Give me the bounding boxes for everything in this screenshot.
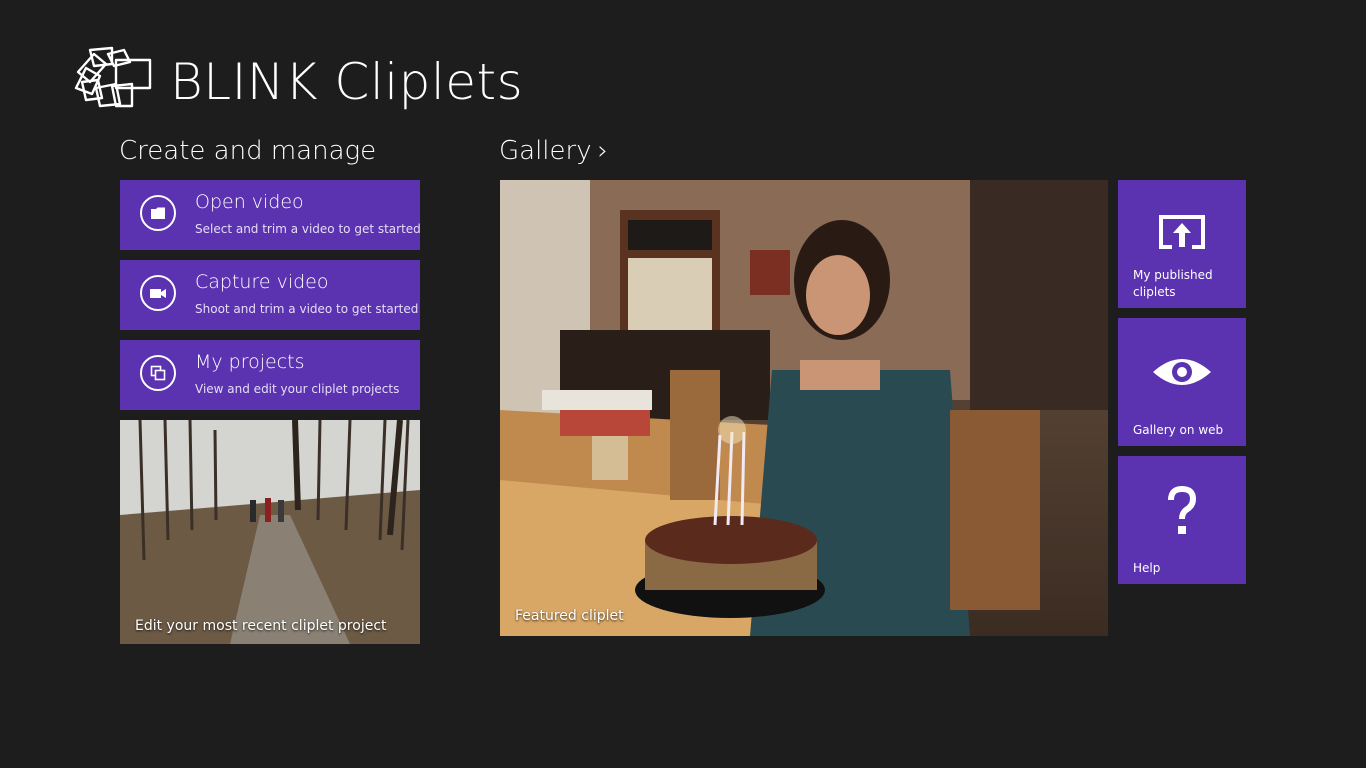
recent-project-caption: Edit your most recent cliplet project — [135, 618, 387, 634]
recent-project-tile[interactable]: Edit your most recent cliplet project — [120, 420, 420, 644]
blink-logo-icon — [74, 46, 152, 108]
app-title: BLINK Cliplets — [170, 53, 524, 111]
upload-icon — [1159, 215, 1205, 251]
help-tile[interactable]: Help — [1118, 456, 1246, 584]
my-projects-title: My projects — [195, 351, 305, 373]
open-video-title: Open video — [195, 191, 304, 213]
gallery-heading-label: Gallery — [499, 136, 592, 166]
my-published-cliplets-tile[interactable]: My published cliplets — [1118, 180, 1246, 308]
my-projects-button[interactable]: My projects View and edit your cliplet p… — [120, 340, 420, 410]
my-published-cliplets-label: My published cliplets — [1133, 268, 1213, 299]
gallery-on-web-tile[interactable]: Gallery on web — [1118, 318, 1246, 446]
eye-icon — [1153, 359, 1211, 385]
open-video-button[interactable]: Open video Select and trim a video to ge… — [120, 180, 421, 250]
chevron-right-icon: › — [597, 136, 609, 166]
camera-icon — [140, 275, 176, 311]
folder-icon — [140, 195, 176, 231]
capture-video-button[interactable]: Capture video Shoot and trim a video to … — [120, 260, 420, 330]
app-window: BLINK Cliplets Create and manage Open vi… — [0, 0, 1366, 768]
recent-project-thumbnail — [120, 420, 420, 644]
capture-video-subtitle: Shoot and trim a video to get started — [195, 302, 419, 316]
create-manage-heading: Create and manage — [119, 136, 377, 166]
featured-cliplet-caption: Featured cliplet — [515, 608, 624, 624]
capture-video-title: Capture video — [195, 271, 329, 293]
featured-cliplet-thumbnail — [500, 180, 1108, 636]
gallery-on-web-label: Gallery on web — [1133, 423, 1224, 437]
my-projects-subtitle: View and edit your cliplet projects — [195, 382, 400, 396]
featured-cliplet-tile[interactable]: Featured cliplet — [500, 180, 1108, 636]
gallery-link[interactable]: Gallery › — [499, 134, 608, 168]
projects-icon — [140, 355, 176, 391]
question-icon — [1168, 486, 1197, 534]
open-video-subtitle: Select and trim a video to get started — [195, 222, 421, 236]
help-label: Help — [1133, 561, 1161, 575]
